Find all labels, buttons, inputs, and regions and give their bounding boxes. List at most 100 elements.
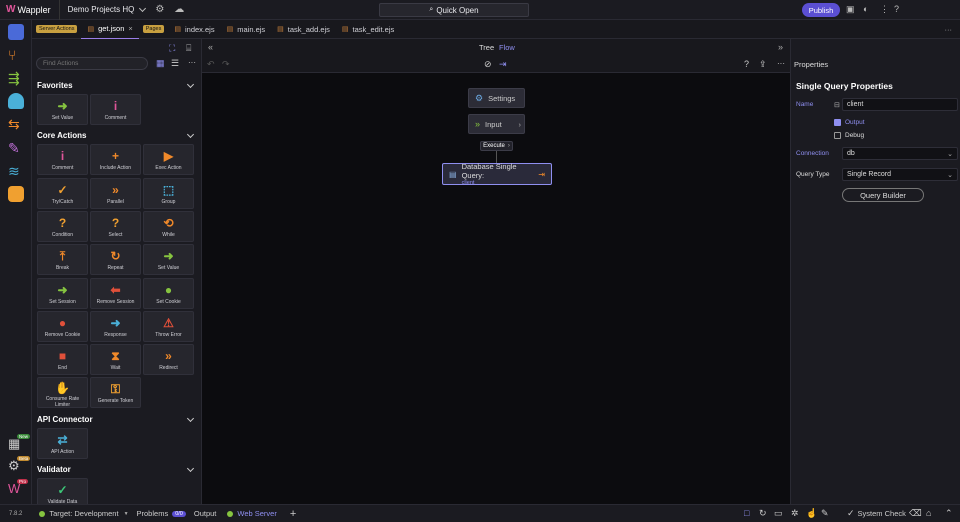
chevron-down-icon[interactable] (186, 131, 195, 139)
chevron-down-icon[interactable] (186, 80, 195, 89)
action-tile-set-value[interactable]: ➜ Set Value (143, 244, 194, 276)
collapse-right-icon[interactable]: » (778, 42, 783, 52)
list-view-icon[interactable]: ☰ (171, 58, 179, 69)
help-icon[interactable]: ? (894, 4, 899, 14)
app-logo[interactable]: W Wappler (6, 4, 51, 15)
action-tile-validate-data[interactable]: ✓ Validate Data (37, 478, 88, 504)
grid-view-icon[interactable]: ▦ (156, 58, 165, 69)
robot-small-icon[interactable]: ⌸ (186, 43, 191, 54)
settings-node[interactable]: ⚙ Settings (468, 88, 525, 108)
action-tile-comment[interactable]: i Comment (37, 144, 88, 176)
signpost-icon[interactable]: ⇆ (8, 116, 24, 132)
tab-main-ejs[interactable]: ▤ main.ejs (221, 20, 272, 39)
action-tile-try-catch[interactable]: ✓ Try/Catch (37, 177, 88, 209)
action-tile-generate-token[interactable]: ⚿ Generate Token (90, 377, 141, 409)
tab-task-edit-ejs[interactable]: ▤ task_edit.ejs (336, 20, 400, 39)
debug-checkbox[interactable] (834, 132, 841, 139)
network-icon[interactable]: ⛶ (169, 43, 175, 54)
chevron-up-icon[interactable]: ⌃ (945, 508, 953, 519)
action-tile-condition[interactable]: ? Condition (37, 210, 88, 242)
redo-icon[interactable]: ↷ (222, 59, 230, 70)
output-tab[interactable]: Output (194, 509, 217, 518)
quick-open-button[interactable]: ⌕ Quick Open (379, 3, 529, 17)
disable-icon[interactable]: ⊘ (484, 59, 492, 70)
action-tile-throw-error[interactable]: ⚠ Throw Error (143, 310, 194, 342)
connection-select[interactable]: db ⌄ (842, 147, 958, 160)
design-tools-icon[interactable]: ✎ (8, 140, 24, 156)
close-icon[interactable]: × (128, 24, 132, 33)
tab-get-json[interactable]: ▤ get.json × (81, 20, 139, 39)
share-icon[interactable]: ⇪ (759, 59, 767, 70)
robot-icon[interactable] (8, 186, 24, 202)
undo-icon[interactable]: ↶ (207, 59, 215, 70)
chevron-down-icon[interactable] (186, 414, 195, 422)
action-tile-comment[interactable]: i Comment (90, 94, 141, 125)
input-node[interactable]: » Input › (468, 114, 525, 134)
action-tile-set-session[interactable]: ➜ Set Session (37, 277, 88, 309)
help-circle-icon[interactable]: ? (744, 59, 749, 69)
action-tile-include-action[interactable]: + Include Action (90, 144, 141, 176)
layout-icon[interactable]: ▣ (846, 4, 855, 15)
section-title[interactable]: API Connector (37, 415, 93, 424)
database-single-query-node[interactable]: ▤ Database Single Query: client ⇥ (442, 162, 552, 186)
action-tile-end[interactable]: ■ End (37, 344, 88, 376)
action-tile-wait[interactable]: ⧗ Wait (90, 344, 141, 376)
section-title[interactable]: Favorites (37, 81, 73, 90)
workflow-icon[interactable]: ⇶ (8, 70, 24, 86)
monitor-icon[interactable]: ▭ (774, 508, 783, 519)
add-icon[interactable]: + (290, 508, 296, 520)
action-tile-set-cookie[interactable]: ● Set Cookie (143, 277, 194, 309)
more-options-icon[interactable]: ··· (777, 59, 785, 68)
action-tile-redirect[interactable]: » Redirect (143, 344, 194, 376)
database-icon[interactable] (8, 93, 24, 109)
cloud-upload-icon[interactable]: ☁ (174, 4, 184, 15)
action-tile-parallel[interactable]: » Parallel (90, 177, 141, 209)
bug-icon[interactable]: ✲ (791, 508, 799, 519)
action-tile-set-value[interactable]: ➜ Set Value (37, 94, 88, 125)
execute-node[interactable]: Execute › (480, 141, 513, 151)
target-selector[interactable]: Target: Development ▼ (39, 509, 129, 518)
refresh-icon[interactable]: ↻ (759, 508, 767, 519)
chevron-down-icon[interactable] (186, 464, 195, 473)
more-vertical-icon[interactable]: ⋮ (880, 4, 889, 15)
action-tile-api-action[interactable]: ⇄ API Action (37, 427, 88, 459)
package-icon[interactable]: ⌂ (926, 508, 931, 518)
web-server-tab[interactable]: Web Server (227, 509, 277, 518)
problems-tab[interactable]: Problems (137, 509, 169, 518)
section-title[interactable]: Validator (37, 465, 71, 474)
square-icon[interactable]: □ (744, 508, 749, 518)
action-tile-consume-rate-limiter[interactable]: ✋ Consume Rate Limiter (37, 377, 88, 409)
output-checkbox[interactable] (834, 119, 841, 126)
system-check-button[interactable]: ✓ System Check (847, 508, 906, 519)
action-tile-response[interactable]: ➜ Response (90, 310, 141, 342)
section-title[interactable]: Core Actions (37, 131, 87, 140)
project-selector[interactable]: Demo Projects HQ (58, 0, 147, 20)
tab-index-ejs[interactable]: ▤ index.ejs (168, 20, 220, 39)
publish-button[interactable]: Publish (802, 3, 840, 17)
more-options-icon[interactable]: ··· (188, 58, 196, 67)
action-tile-select[interactable]: ? Select (90, 210, 141, 242)
tab-task-add-ejs[interactable]: ▤ task_add.ejs (271, 20, 336, 39)
thumbs-up-icon[interactable]: ☝ (806, 508, 817, 519)
tree-view-tab[interactable]: Tree (479, 43, 494, 52)
action-tile-while[interactable]: ⟲ While (143, 210, 194, 242)
theme-drop-icon[interactable]: ◐ (863, 4, 868, 14)
query-builder-button[interactable]: Query Builder (842, 188, 924, 202)
action-tile-remove-session[interactable]: ⬅ Remove Session (90, 277, 141, 309)
more-tabs-icon[interactable]: ··· (945, 25, 953, 34)
action-tile-remove-cookie[interactable]: ● Remove Cookie (37, 310, 88, 342)
find-actions-input[interactable]: Find Actions (36, 57, 148, 70)
pages-icon[interactable] (8, 24, 24, 40)
action-tile-repeat[interactable]: ↻ Repeat (90, 244, 141, 276)
collapse-left-icon[interactable]: « (208, 42, 213, 52)
edit-icon[interactable]: ✎ (821, 508, 829, 519)
git-branch-icon[interactable]: ⑂ (8, 47, 24, 63)
action-tile-group[interactable]: ⬚ Group (143, 177, 194, 209)
flow-view-tab[interactable]: Flow (499, 43, 515, 52)
layers-icon[interactable]: ≋ (8, 163, 24, 179)
eraser-icon[interactable]: ⌫ (909, 508, 922, 519)
action-tile-break[interactable]: ⤒ Break (37, 244, 88, 276)
gear-icon[interactable]: ⚙ (155, 4, 164, 15)
export-icon[interactable]: ⇥ (499, 59, 507, 70)
query-type-select[interactable]: Single Record ⌄ (842, 168, 958, 181)
